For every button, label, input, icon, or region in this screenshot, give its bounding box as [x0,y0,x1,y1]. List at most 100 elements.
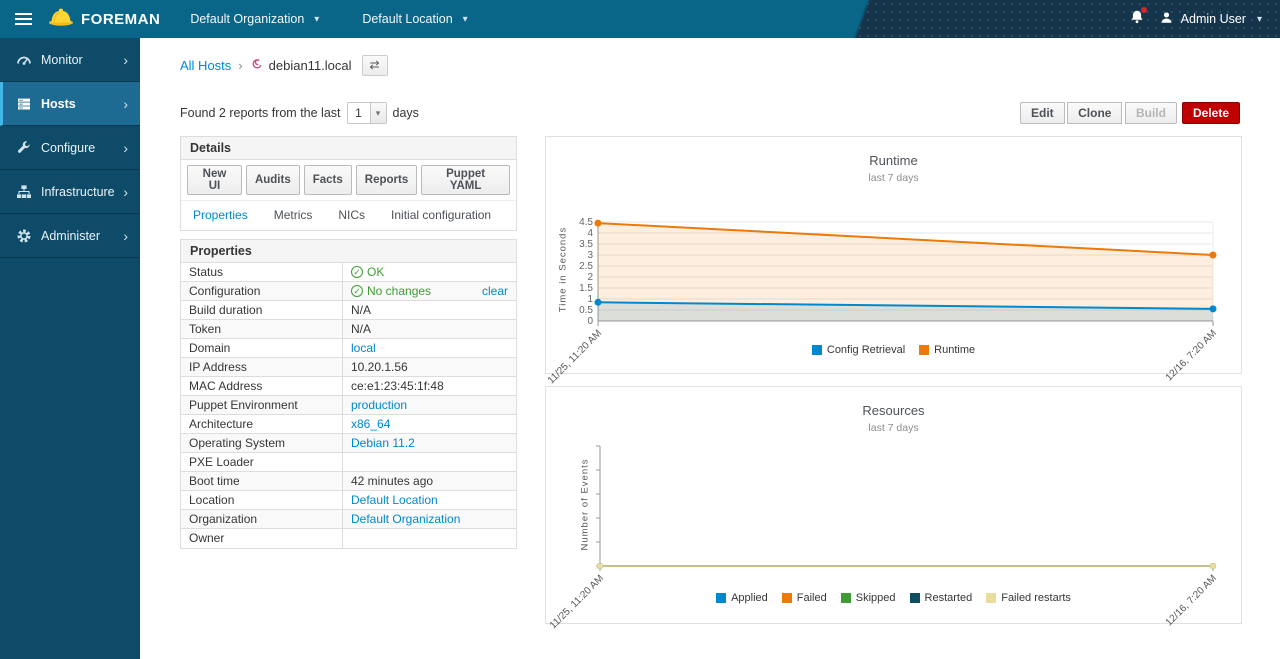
property-label: Domain [181,339,343,357]
legend-item-restarted[interactable]: Restarted [910,592,973,604]
property-value: 42 minutes ago [343,472,516,490]
charts-column: Runtimelast 7 daysTime in Seconds00.511.… [545,136,1242,636]
days-select[interactable]: 1 ▾ [347,102,387,124]
property-label: Puppet Environment [181,396,343,414]
property-value: 10.20.1.56 [343,358,516,376]
reports-button[interactable]: Reports [356,165,417,195]
sidebar-item-label: Configure [41,141,95,155]
legend-swatch [812,345,822,355]
legend-label: Config Retrieval [827,344,905,356]
sidebar-item-label: Hosts [41,97,76,111]
legend-item-applied[interactable]: Applied [716,592,768,604]
sidebar-item-hosts[interactable]: Hosts › [0,82,140,126]
sidebar-item-monitor[interactable]: Monitor› [0,38,140,82]
table-row: Organization Default Organization [181,510,516,529]
chart-legend: Config Retrieval Runtime [546,344,1241,356]
legend-item-config-retrieval[interactable]: Config Retrieval [812,344,905,356]
properties-panel-title: Properties [181,240,516,263]
server-icon [16,96,32,112]
notifications-button[interactable] [1129,9,1145,30]
host-details-column: Details New UIAuditsFactsReportsPuppet Y… [180,136,517,636]
clone-button[interactable]: Clone [1067,102,1122,124]
svg-text:3.5: 3.5 [579,239,593,250]
value-text: 10.20.1.56 [351,360,408,374]
new-ui-button[interactable]: New UI [187,165,242,195]
value-text: 42 minutes ago [351,474,433,488]
legend-swatch [919,345,929,355]
facts-button[interactable]: Facts [304,165,352,195]
puppet-yaml-button[interactable]: Puppet YAML [421,165,510,195]
property-value [343,453,516,471]
property-label: Build duration [181,301,343,319]
location-selector[interactable]: Default Location ▾ [362,12,530,26]
legend-label: Runtime [934,344,975,356]
gauge-icon [16,52,32,68]
property-label: Organization [181,510,343,528]
breadcrumb-all-hosts-link[interactable]: All Hosts [180,58,231,73]
legend-swatch [986,593,996,603]
status-text: OK [367,265,384,279]
properties-panel: Properties Status✓OKConfiguration✓No cha… [180,239,517,549]
property-label: Boot time [181,472,343,490]
domain-link[interactable]: local [351,341,376,355]
details-panel-title: Details [181,137,516,160]
tab-properties[interactable]: Properties [193,208,248,222]
property-label: Status [181,263,343,281]
legend-item-skipped[interactable]: Skipped [841,592,896,604]
value-text: N/A [351,322,371,336]
svg-text:2: 2 [587,272,593,283]
hamburger-icon[interactable] [0,13,40,25]
value-text: ce:e1:23:45:1f:48 [351,379,444,393]
reports-toolbar: Found 2 reports from the last 1 ▾ days E… [180,102,1240,124]
chevron-right-icon: › [123,96,128,112]
organization-selector-label: Default Organization [190,12,304,26]
caret-down-icon: ▾ [1257,14,1262,25]
legend-item-failed-restarts[interactable]: Failed restarts [986,592,1071,604]
bell-icon [1129,12,1145,29]
notification-badge [1141,7,1147,13]
breadcrumb: All Hosts › debian11.local ⇄ [180,55,1240,76]
edit-button[interactable]: Edit [1020,102,1065,124]
user-menu[interactable]: Admin User ▾ [1159,10,1262,28]
organization-selector[interactable]: Default Organization ▾ [190,12,362,26]
days-text: days [393,106,419,120]
property-value: x86_64 [343,415,516,433]
tab-metrics[interactable]: Metrics [274,208,313,222]
table-row: IP Address10.20.1.56 [181,358,516,377]
legend-label: Failed restarts [1001,592,1071,604]
user-name: Admin User [1181,12,1246,26]
tab-nics[interactable]: NICs [338,208,365,222]
host-actions: Edit Clone Build Delete [1020,102,1240,124]
chevron-right-icon: › [238,58,242,73]
legend-item-failed[interactable]: Failed [782,592,827,604]
sidebar-item-configure[interactable]: Configure › [0,126,140,170]
sidebar-nav: Monitor›Hosts›Configure›Infrastructure›A… [0,38,140,659]
organization-link[interactable]: Default Organization [351,512,460,526]
tab-initial-configuration[interactable]: Initial configuration [391,208,491,222]
property-value: ✓No changesclear [343,282,516,300]
legend-label: Skipped [856,592,896,604]
sidebar-item-label: Monitor [41,53,83,67]
legend-swatch [841,593,851,603]
sidebar-item-infrastructure[interactable]: Infrastructure› [0,170,140,214]
wrench-icon [16,140,32,156]
audits-button[interactable]: Audits [246,165,300,195]
property-label: Token [181,320,343,338]
property-value: Debian 11.2 [343,434,516,452]
table-row: PXE Loader [181,453,516,472]
foreman-brand[interactable]: FOREMAN [48,7,160,31]
location-link[interactable]: Default Location [351,493,438,507]
chevron-right-icon: › [123,228,128,244]
chevron-right-icon: › [123,140,128,156]
host-switcher-icon[interactable]: ⇄ [362,55,388,76]
clear-link[interactable]: clear [482,284,508,298]
puppet-environment-link[interactable]: production [351,398,407,412]
legend-item-runtime[interactable]: Runtime [919,344,975,356]
property-value: N/A [343,320,516,338]
property-value: ✓OK [343,263,516,281]
delete-button[interactable]: Delete [1182,102,1240,124]
operating-system-link[interactable]: Debian 11.2 [351,436,415,450]
architecture-link[interactable]: x86_64 [351,417,390,431]
sidebar-item-administer[interactable]: Administer› [0,214,140,258]
user-icon [1159,10,1174,28]
